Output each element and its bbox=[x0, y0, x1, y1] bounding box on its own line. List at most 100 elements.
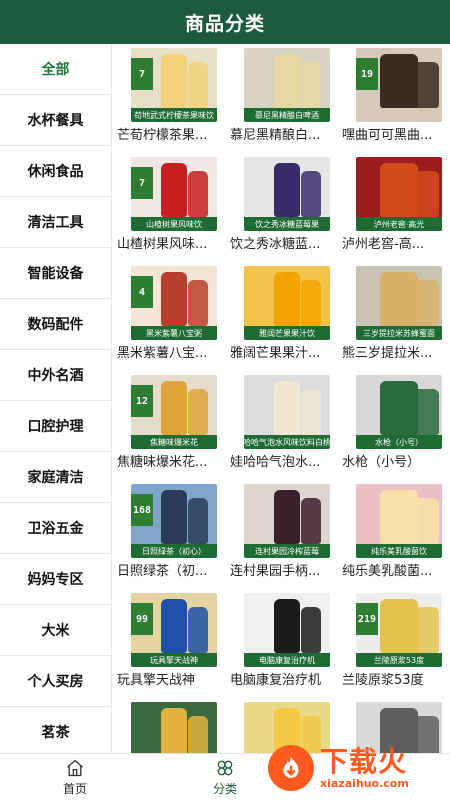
sidebar-item-0[interactable]: 全部 bbox=[0, 44, 111, 95]
tab-home[interactable]: 首页 bbox=[0, 754, 150, 800]
sidebar-item-12[interactable]: 个人买房 bbox=[0, 656, 111, 707]
sidebar-item-2[interactable]: 休闲食品 bbox=[0, 146, 111, 197]
watermark-cn: 下载火 bbox=[320, 744, 408, 778]
product-image: 连村果园冷榨蓝莓 bbox=[244, 484, 330, 558]
product-shape bbox=[188, 171, 209, 217]
product-shape bbox=[274, 381, 300, 435]
sidebar-item-7[interactable]: 口腔护理 bbox=[0, 401, 111, 452]
product-card[interactable]: 168 日照绿茶（初心） 日照绿茶（初... bbox=[113, 480, 223, 584]
product-image: 4 黑米紫薯八宝粥 bbox=[131, 266, 217, 340]
product-shape bbox=[274, 163, 300, 217]
product-image: 168 日照绿茶（初心） bbox=[131, 484, 217, 558]
product-card[interactable]: 219 兰陵原浆53度 兰陵原浆53度 bbox=[338, 589, 448, 693]
product-image: 纯乐美乳酸菌饮 bbox=[356, 484, 442, 558]
product-image: 水枪（小号） bbox=[356, 375, 442, 449]
product-image: 电脑康复治疗机 bbox=[244, 593, 330, 667]
product-image: 泸州老窖·高光 bbox=[356, 157, 442, 231]
product-card[interactable]: 三岁提拉米苏蜂蜜面 熊三岁提拉米... bbox=[338, 262, 448, 366]
product-image: 7 苟地武式柠檬茶果味饮 bbox=[131, 48, 217, 122]
sidebar-item-8[interactable]: 家庭清洁 bbox=[0, 452, 111, 503]
sidebar-item-13[interactable]: 茗茶 bbox=[0, 707, 111, 753]
watermark-en: xiazaihuo.com bbox=[320, 776, 409, 790]
product-shape bbox=[274, 272, 300, 326]
product-image: 雅阔芒果果汁饮 bbox=[244, 266, 330, 340]
product-shape bbox=[188, 62, 209, 108]
price-tag: 4 bbox=[131, 276, 153, 308]
product-card[interactable]: 哈哈气泡水风味饮料白桃娃哈哈气泡水... bbox=[226, 371, 336, 475]
product-card[interactable]: 连村果园冷榨蓝莓 连村果园手柄... bbox=[226, 480, 336, 584]
product-shape bbox=[274, 599, 300, 653]
product-shape bbox=[301, 171, 322, 217]
product-shape bbox=[301, 607, 322, 653]
product-image: 饮之秀冰糖蓝莓果 bbox=[244, 157, 330, 231]
product-card[interactable]: 4 黑米紫薯八宝粥 黑米紫薯八宝... bbox=[113, 262, 223, 366]
price-tag: 219 bbox=[356, 603, 378, 635]
product-card[interactable]: 水枪（小号） 水枪（小号） bbox=[338, 371, 448, 475]
product-card[interactable]: 99 玩具擎天战神 玩具擎天战神 bbox=[113, 589, 223, 693]
price-tag: 7 bbox=[131, 167, 153, 199]
product-title: 娃哈哈气泡水... bbox=[230, 455, 321, 470]
watermark-logo bbox=[268, 745, 314, 791]
product-card[interactable]: 泸州老窖·高光 泸州老窖-高... bbox=[338, 153, 448, 257]
product-shape bbox=[301, 389, 322, 435]
product-image: 219 兰陵原浆53度 bbox=[356, 593, 442, 667]
product-band-label: 电脑康复治疗机 bbox=[244, 653, 330, 667]
product-shape bbox=[161, 163, 187, 217]
product-image: 三岁提拉米苏蜂蜜面 bbox=[356, 266, 442, 340]
product-shape bbox=[188, 389, 209, 435]
product-card[interactable] bbox=[113, 698, 223, 753]
product-shape bbox=[161, 272, 187, 326]
product-title: 玩具擎天战神 bbox=[117, 673, 196, 688]
product-shape bbox=[161, 381, 187, 435]
product-shape bbox=[274, 490, 300, 544]
product-title: 水枪（小号） bbox=[342, 455, 421, 470]
product-band-label: 日照绿茶（初心） bbox=[131, 544, 217, 558]
product-title: 兰陵原浆53度 bbox=[342, 673, 424, 688]
product-card[interactable]: 饮之秀冰糖蓝莓果 饮之秀冰糖蓝... bbox=[226, 153, 336, 257]
product-card[interactable]: 电脑康复治疗机 电脑康复治疗机 bbox=[226, 589, 336, 693]
product-shape bbox=[274, 54, 300, 108]
sidebar-item-11[interactable]: 大米 bbox=[0, 605, 111, 656]
sidebar-item-1[interactable]: 水杯餐具 bbox=[0, 95, 111, 146]
product-shape bbox=[188, 716, 209, 753]
home-icon bbox=[67, 759, 83, 776]
product-title: 慕尼黑精酿白... bbox=[230, 128, 321, 143]
product-image: 慕尼黑精酿白啤酒 bbox=[244, 48, 330, 122]
product-title: 山楂树果风味... bbox=[117, 237, 208, 252]
sidebar-item-6[interactable]: 中外名酒 bbox=[0, 350, 111, 401]
product-image: 12 焦糖味爆米花 bbox=[131, 375, 217, 449]
category-sidebar: 全部 水杯餐具 休闲食品 清洁工具 智能设备 数码配件 中外名酒 口腔护理 家庭清洁 卫浴五金 妈妈… bbox=[0, 44, 112, 753]
product-band-label: 焦糖味爆米花 bbox=[131, 435, 217, 449]
product-shape bbox=[301, 62, 322, 108]
product-card[interactable]: 慕尼黑精酿白啤酒慕尼黑精酿白... bbox=[226, 44, 336, 148]
sidebar-item-4[interactable]: 智能设备 bbox=[0, 248, 111, 299]
product-shape bbox=[407, 498, 440, 544]
product-card[interactable]: 7 山楂树果风味饮山楂树果风味... bbox=[113, 153, 223, 257]
sidebar-item-10[interactable]: 妈妈专区 bbox=[0, 554, 111, 605]
product-band-label: 苟地武式柠檬茶果味饮 bbox=[131, 108, 217, 122]
product-card[interactable]: 纯乐美乳酸菌饮 纯乐美乳酸菌... bbox=[338, 480, 448, 584]
product-shape bbox=[188, 498, 209, 544]
product-title: 电脑康复治疗机 bbox=[230, 673, 322, 688]
product-shape bbox=[188, 607, 209, 653]
sidebar-item-5[interactable]: 数码配件 bbox=[0, 299, 111, 350]
product-band-label: 玩具擎天战神 bbox=[131, 653, 217, 667]
product-image: 19 bbox=[356, 48, 442, 122]
product-shape bbox=[407, 171, 440, 217]
product-band-label: 慕尼黑精酿白啤酒 bbox=[244, 108, 330, 122]
product-shape bbox=[407, 280, 440, 326]
sidebar-item-9[interactable]: 卫浴五金 bbox=[0, 503, 111, 554]
sidebar-item-3[interactable]: 清洁工具 bbox=[0, 197, 111, 248]
product-shape bbox=[161, 54, 187, 108]
product-image: 7 山楂树果风味饮 bbox=[131, 157, 217, 231]
product-card[interactable]: 7 苟地武式柠檬茶果味饮 芒荀柠檬茶果... bbox=[113, 44, 223, 148]
product-card[interactable]: 19 嘿曲可可黑曲... bbox=[338, 44, 448, 148]
page-header: 商品分类 bbox=[0, 0, 450, 44]
product-card[interactable]: 12 焦糖味爆米花 焦糖味爆米花... bbox=[113, 371, 223, 475]
product-image: 哈哈气泡水风味饮料白桃 bbox=[244, 375, 330, 449]
product-card[interactable]: 雅阔芒果果汁饮 雅阔芒果果汁... bbox=[226, 262, 336, 366]
product-shape bbox=[161, 490, 187, 544]
flame-download-icon bbox=[283, 756, 299, 778]
product-shape bbox=[301, 498, 322, 544]
product-band-label: 兰陵原浆53度 bbox=[356, 653, 442, 667]
